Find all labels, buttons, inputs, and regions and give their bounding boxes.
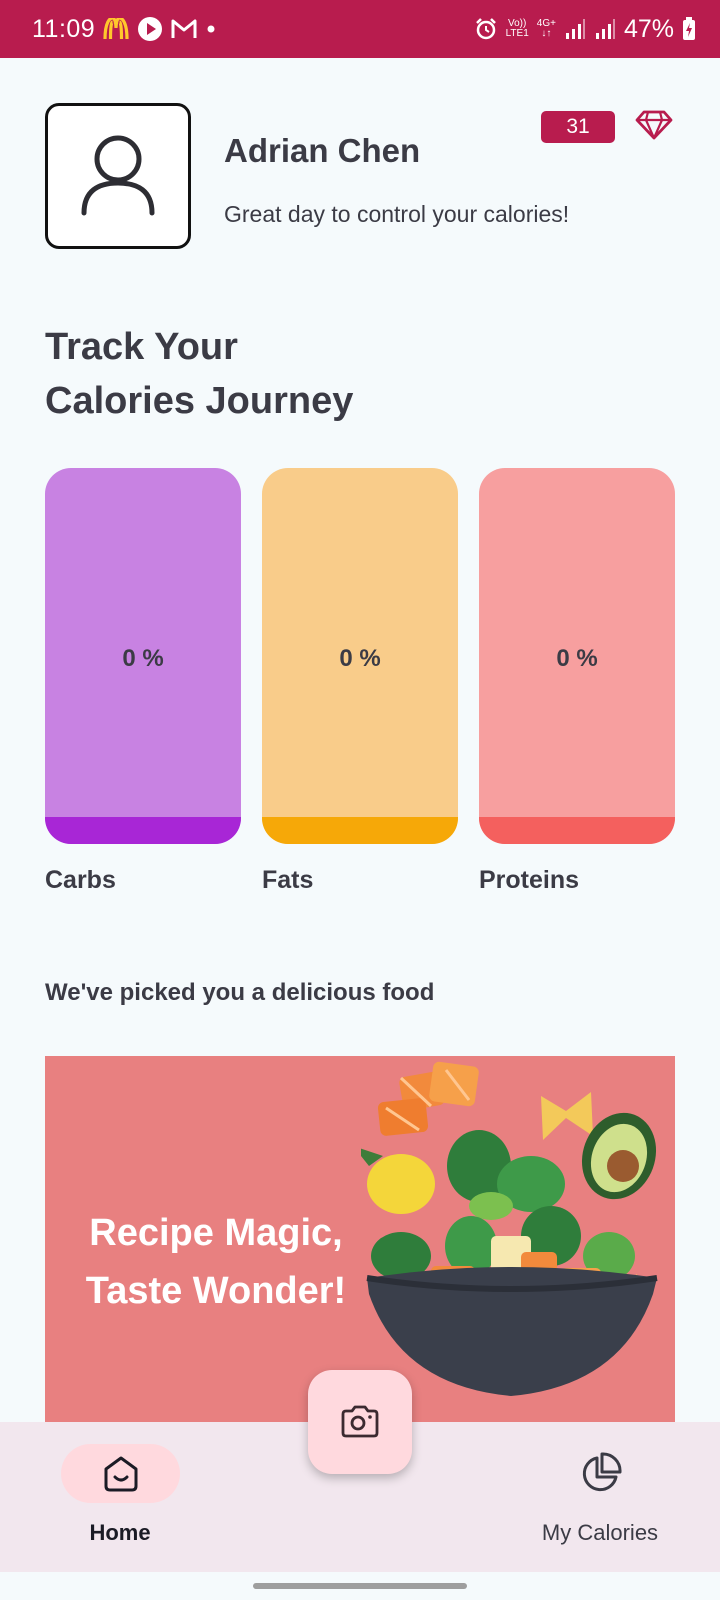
signal-icon	[564, 18, 586, 40]
fats-percent: 0 %	[339, 645, 381, 672]
salad-bowl-illustration	[361, 1061, 658, 1396]
carbs-progress-fill	[45, 817, 241, 844]
user-name: Adrian Chen	[224, 132, 421, 169]
camera-fab-button[interactable]	[308, 1370, 412, 1474]
carbs-percent: 0 %	[122, 645, 164, 672]
heading-line-2: Calories Journey	[45, 380, 354, 422]
camera-icon	[341, 1405, 379, 1438]
banner-text: Recipe Magic, Taste Wonder!	[61, 1204, 371, 1320]
nav-home-button[interactable]	[61, 1444, 180, 1503]
gmail-icon	[171, 18, 197, 40]
fats-progress-fill	[262, 817, 458, 844]
signal-icon-2	[594, 18, 616, 40]
page-heading: Track Your Calories Journey	[45, 320, 353, 428]
proteins-progress-card[interactable]: 0 %	[479, 468, 675, 844]
heading-line-1: Track Your	[45, 326, 238, 368]
volte-indicator: Vo)) LTE1	[505, 18, 529, 39]
banner-line-1: Recipe Magic,	[89, 1212, 343, 1254]
notification-dot-icon	[205, 23, 217, 35]
nav-my-calories-label[interactable]: My Calories	[530, 1520, 670, 1546]
diamond-icon[interactable]	[635, 110, 673, 145]
proteins-percent: 0 %	[556, 645, 598, 672]
battery-charging-icon	[682, 17, 696, 41]
user-subtitle: Great day to control your calories!	[224, 201, 570, 227]
battery-percent: 47%	[623, 14, 674, 43]
proteins-label: Proteins	[479, 866, 580, 894]
user-icon	[81, 135, 155, 216]
pie-chart-icon[interactable]	[578, 1452, 622, 1501]
carbs-progress-card[interactable]: 0 %	[45, 468, 241, 844]
proteins-progress-fill	[479, 817, 675, 844]
mcdonalds-icon	[103, 18, 129, 40]
fats-label: Fats	[262, 866, 314, 894]
nav-home-label[interactable]: Home	[60, 1520, 180, 1546]
fats-progress-card[interactable]: 0 %	[262, 468, 458, 844]
banner-line-2: Taste Wonder!	[85, 1270, 347, 1312]
status-bar: 11:09 Vo)) LTE1 4G+ ↓↑ 47%	[0, 0, 720, 58]
status-time: 11:09	[32, 14, 96, 43]
play-icon	[137, 16, 163, 42]
alarm-icon	[474, 17, 498, 41]
gesture-home-indicator[interactable]	[253, 1583, 467, 1589]
streak-badge[interactable]: 31	[541, 111, 615, 143]
recommendation-title: We've picked you a delicious food	[45, 979, 435, 1006]
home-icon	[104, 1456, 137, 1491]
carbs-label: Carbs	[45, 866, 116, 894]
network-type-indicator: 4G+ ↓↑	[536, 18, 556, 39]
avatar[interactable]	[45, 103, 191, 249]
